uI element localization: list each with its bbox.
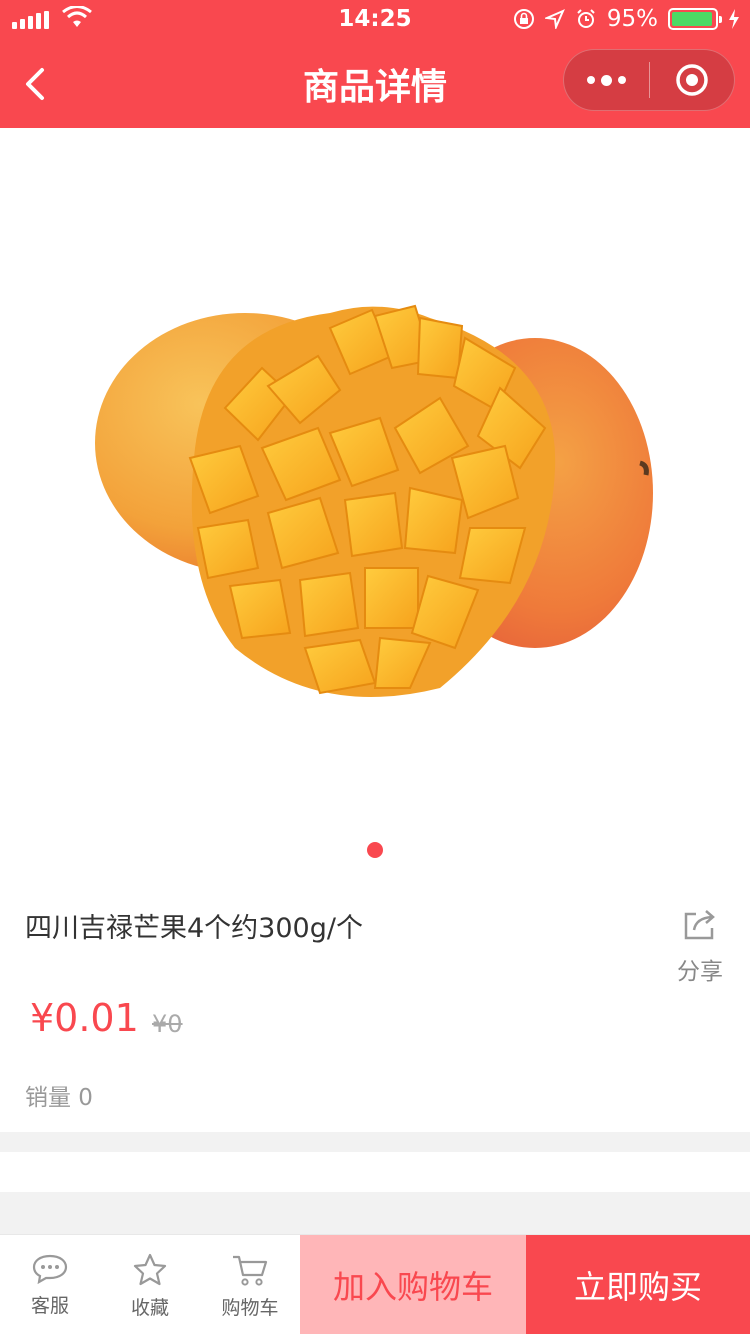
chat-bubble-icon xyxy=(32,1254,68,1285)
cart-label: 购物车 xyxy=(221,1297,279,1319)
customer-service-label: 客服 xyxy=(30,1295,69,1317)
star-icon xyxy=(133,1253,167,1286)
status-bar: 14:25 95% xyxy=(0,0,750,40)
cart-button[interactable]: 购物车 xyxy=(200,1235,300,1334)
header: 14:25 95% 商品详情 xyxy=(0,0,750,128)
mango-image xyxy=(95,304,653,697)
buy-now-button[interactable]: 立即购买 xyxy=(526,1235,750,1334)
battery-icon xyxy=(668,8,722,30)
share-icon xyxy=(684,910,715,940)
alarm-icon xyxy=(577,9,595,28)
section-divider xyxy=(0,1192,750,1234)
share-label: 分享 xyxy=(677,959,723,985)
lock-rotation-icon xyxy=(513,9,534,29)
bottom-action-bar: 客服 收藏 购物车 加入购物车 立即购买 xyxy=(0,1234,750,1334)
charging-icon xyxy=(729,9,739,29)
favorite-label: 收藏 xyxy=(130,1297,169,1319)
share-button[interactable]: 分享 xyxy=(670,908,730,988)
location-icon xyxy=(544,9,565,29)
nav-bar: 商品详情 xyxy=(0,40,750,128)
close-target-icon[interactable] xyxy=(650,49,735,111)
section-divider xyxy=(0,1132,750,1152)
add-to-cart-button[interactable]: 加入购物车 xyxy=(300,1235,526,1334)
sales-count: 销量 0 xyxy=(25,1085,93,1111)
product-title: 四川吉禄芒果4个约300g/个 xyxy=(25,913,363,944)
cart-icon xyxy=(233,1255,268,1286)
current-price: ¥0.01 xyxy=(30,996,139,1040)
favorite-button[interactable]: 收藏 xyxy=(100,1235,200,1334)
mini-program-capsule xyxy=(563,49,735,111)
battery-percent: 95% xyxy=(606,6,658,32)
original-price: ¥0 xyxy=(152,1010,183,1038)
more-dots-icon[interactable] xyxy=(564,49,649,111)
customer-service-button[interactable]: 客服 xyxy=(0,1235,100,1334)
product-image-carousel[interactable] xyxy=(0,128,750,878)
carousel-indicator[interactable] xyxy=(367,842,383,858)
